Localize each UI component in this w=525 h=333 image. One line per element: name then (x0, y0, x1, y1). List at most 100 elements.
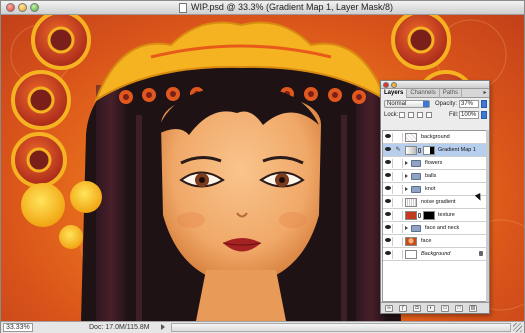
lock-transparency-checkbox[interactable] (399, 112, 405, 118)
title-bar[interactable]: WIP.psd @ 33.3% (Gradient Map 1, Layer M… (1, 1, 524, 15)
layer-row[interactable]: noise gradient (383, 196, 487, 209)
link-cell[interactable] (394, 198, 403, 207)
layer-name: face (421, 238, 432, 244)
visibility-eye-icon[interactable] (384, 198, 393, 207)
palette-minimize-button[interactable] (391, 82, 397, 88)
layer-row[interactable]: flowers (383, 157, 487, 170)
link-cell[interactable] (394, 133, 403, 142)
palette-tabs: Layers Channels Paths ▸ (381, 89, 489, 98)
link-layers-icon[interactable]: ∞ (385, 305, 393, 312)
layer-name: face and neck (425, 225, 460, 231)
layer-mask-thumbnail[interactable] (423, 146, 435, 155)
new-group-icon[interactable]: ▭ (441, 305, 449, 312)
layer-row[interactable]: balls (383, 170, 487, 183)
adjustment-layer-icon[interactable]: ◐ (427, 305, 435, 312)
window-title: WIP.psd @ 33.3% (Gradient Map 1, Layer M… (191, 2, 394, 12)
layers-palette: Layers Channels Paths ▸ Normal Opacity: … (380, 80, 490, 314)
lock-image-checkbox[interactable] (408, 112, 414, 118)
expand-triangle-icon[interactable] (405, 174, 408, 178)
blend-mode-value: Normal (387, 101, 407, 107)
lock-label: Lock: (384, 112, 399, 118)
visibility-eye-icon[interactable] (384, 211, 393, 220)
palette-close-button[interactable] (383, 82, 389, 88)
visibility-eye-icon[interactable] (384, 250, 393, 259)
layer-row[interactable]: knot (383, 183, 487, 196)
layer-name: Gradient Map 1 (438, 147, 476, 153)
link-cell[interactable] (394, 211, 403, 220)
layer-row[interactable]: ✎ Gradient Map 1 (383, 144, 487, 157)
tab-paths[interactable]: Paths (440, 89, 463, 98)
opacity-slider-button[interactable] (481, 100, 487, 108)
expand-triangle-icon[interactable] (405, 161, 408, 165)
visibility-eye-icon[interactable] (384, 185, 393, 194)
lock-fill-row: Lock: Fill: 100% (381, 109, 489, 120)
lock-all-checkbox[interactable] (426, 112, 432, 118)
layer-name: noise gradient (421, 199, 456, 205)
link-cell[interactable] (394, 159, 403, 168)
link-cell[interactable] (394, 224, 403, 233)
layer-mask-thumbnail[interactable] (423, 211, 435, 220)
folder-icon (411, 173, 421, 180)
layer-name: knot (425, 186, 436, 192)
folder-icon (411, 160, 421, 167)
zoom-field[interactable]: 33.33% (3, 323, 33, 332)
trash-icon[interactable]: ▥ (469, 305, 477, 312)
visibility-eye-icon[interactable] (384, 172, 393, 181)
blend-mode-select[interactable]: Normal (384, 100, 430, 108)
layer-thumbnail (405, 198, 417, 207)
palette-bottom-bar: ∞ ƒ ◘ ◐ ▭ □ ▥ (381, 302, 489, 313)
expand-triangle-icon[interactable] (405, 226, 408, 230)
folder-icon (411, 225, 421, 232)
visibility-eye-icon[interactable] (384, 224, 393, 233)
link-cell[interactable] (394, 250, 403, 259)
layer-row[interactable]: texture (383, 209, 487, 222)
neck (196, 270, 286, 321)
adjustment-thumbnail (405, 146, 417, 155)
palette-scrollbar[interactable] (486, 130, 489, 302)
minimize-window-button[interactable] (18, 3, 27, 12)
chain-link-icon[interactable] (418, 213, 421, 218)
expand-triangle-icon[interactable] (405, 187, 408, 191)
opacity-label: Opacity: (435, 101, 458, 107)
new-layer-icon[interactable]: □ (455, 305, 463, 312)
resize-grip-icon[interactable] (513, 323, 522, 332)
link-cell[interactable] (394, 172, 403, 181)
chevron-down-icon (423, 101, 429, 107)
horizontal-scrollbar[interactable] (171, 323, 511, 332)
lock-position-checkbox[interactable] (417, 112, 423, 118)
tab-layers[interactable]: Layers (381, 89, 408, 98)
visibility-eye-icon[interactable] (384, 237, 393, 246)
visibility-eye-icon[interactable] (384, 146, 393, 155)
layer-style-icon[interactable]: ƒ (399, 305, 407, 312)
layer-thumbnail (405, 237, 417, 246)
tab-channels[interactable]: Channels (407, 89, 440, 98)
zoom-window-button[interactable] (30, 3, 39, 12)
palette-title-bar[interactable] (381, 81, 489, 89)
blend-opacity-row: Normal Opacity: 37% (381, 98, 489, 109)
layer-name: background (421, 134, 450, 140)
fill-label: Fill: (449, 112, 459, 118)
add-mask-icon[interactable]: ◘ (413, 305, 421, 312)
chain-link-icon[interactable] (418, 148, 421, 153)
document-info: Doc: 17.0M/115.8M (89, 324, 150, 331)
visibility-eye-icon[interactable] (384, 159, 393, 168)
layer-row[interactable]: Background (383, 248, 487, 261)
status-bar: 33.33% Doc: 17.0M/115.8M (1, 321, 524, 333)
layer-thumbnail (405, 250, 417, 259)
layer-thumbnail (405, 211, 417, 220)
fill-field[interactable]: 100% (459, 111, 479, 119)
visibility-eye-icon[interactable] (384, 133, 393, 142)
close-window-button[interactable] (6, 3, 15, 12)
layer-thumbnail (405, 133, 417, 142)
link-cell[interactable] (394, 185, 403, 194)
layer-row[interactable]: face (383, 235, 487, 248)
layer-name: texture (438, 212, 455, 218)
status-menu-arrow-icon[interactable] (161, 324, 165, 330)
palette-menu-icon[interactable]: ▸ (481, 89, 489, 97)
layer-name: flowers (425, 160, 443, 166)
layer-row[interactable]: face and neck (383, 222, 487, 235)
fill-slider-button[interactable] (481, 111, 487, 119)
opacity-field[interactable]: 37% (459, 100, 479, 108)
layer-row[interactable]: background (383, 131, 487, 144)
link-cell[interactable] (394, 237, 403, 246)
